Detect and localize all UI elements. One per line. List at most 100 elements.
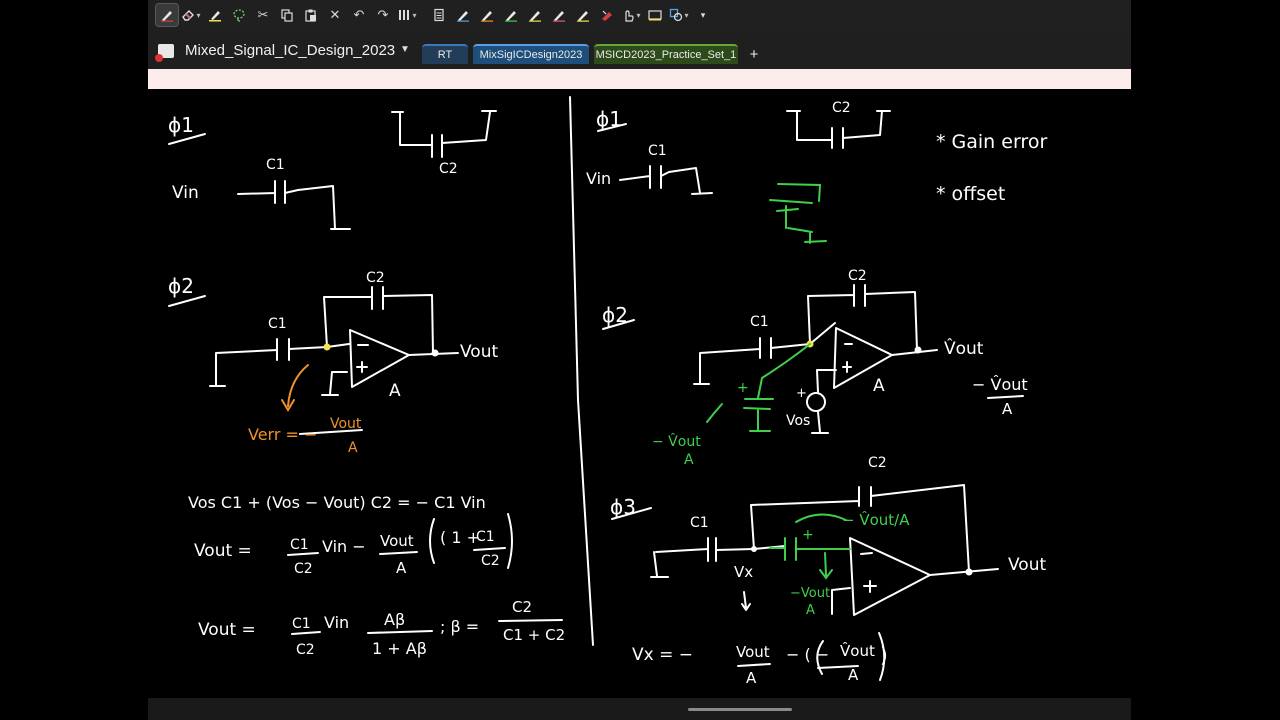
section-tab-mixsigicdesign2023[interactable]: MixSigICDesign2023 [473,44,589,64]
redo-icon[interactable]: ↷ [372,4,394,26]
verr-num: Vout [330,416,362,432]
verr-den: A [348,440,358,456]
vos-label: Vos [786,413,810,429]
left-eq2-vin: Vin − [322,537,366,556]
video-letterbox-left [0,0,148,720]
left-eq2-a: A [396,559,407,577]
vx-eq-lhs: Vx = − [632,645,693,665]
ruled-page-icon[interactable] [428,4,450,26]
page-header-bar [148,69,1131,89]
pen-red-icon[interactable] [548,4,570,26]
pen-black-icon[interactable] [452,4,474,26]
onenote-window: ▾ ✂ ✕ ↶ ↷ ▾ ▾ ▾ ▾ Mixed_Signal_IC_Design… [148,0,1131,720]
right-vout-low-label: Vout [1008,555,1046,575]
draw-toolbar: ▾ ✂ ✕ ↶ ↷ ▾ ▾ ▾ ▾ [148,0,1131,30]
right-c1-low-label: C1 [690,515,709,531]
laser-eraser-icon[interactable] [596,4,618,26]
copy-icon[interactable] [276,4,298,26]
paste-icon[interactable] [300,4,322,26]
pen-yellow-icon[interactable] [524,4,546,26]
right-phi2-label: ϕ2 [602,303,628,327]
right-phi3-opamp [849,537,931,616]
insert-space-icon[interactable] [644,4,666,26]
lasso-select-icon[interactable] [228,4,250,26]
green-err-num: − V̂out [652,433,701,450]
green-err-den: A [684,452,694,468]
left-eq2-bc1: C1 [476,529,495,545]
left-phi1-c2-circuit [391,110,497,158]
pens-gallery-icon[interactable]: ▾ [396,4,418,26]
notebook-title[interactable]: Mixed_Signal_IC_Design_2023 [185,42,395,59]
vos-plus-label: + [796,386,807,401]
left-eq2-c2: C2 [294,561,313,577]
pen-green-icon[interactable] [500,4,522,26]
section-tab-practice-set[interactable]: MSICD2023_Practice_Set_1 [594,44,738,64]
notebook-bar: Mixed_Signal_IC_Design_2023 ▼ RT MixSigI… [148,36,1131,66]
chevron-down-icon[interactable]: ▼ [400,44,410,55]
left-eq2-c1: C1 [290,537,309,553]
highlighter-icon[interactable] [204,4,226,26]
handwritten-notes: ϕ1 Vin C1 C2 ϕ2 C2 C1 Vout A Vos C1 + (V… [168,96,1047,687]
eraser-icon[interactable]: ▾ [180,4,202,26]
delete-icon[interactable]: ✕ [324,4,346,26]
pen-orange-icon[interactable] [476,4,498,26]
green-switch-sketch [769,183,827,244]
left-opamp [349,329,410,388]
pen-tool-icon[interactable] [155,3,179,27]
right-minus-vout-den: A [1002,400,1013,418]
left-phi1-label: ϕ1 [168,113,194,137]
left-eq2-bc2: C2 [481,553,500,569]
right-phi3-label: ϕ3 [610,495,636,519]
ink-canvas[interactable]: ϕ1 Vin C1 C2 ϕ2 C2 C1 Vout A Vos C1 + (V… [148,89,1131,698]
vx-eq-close: ) [880,643,888,667]
cut-icon[interactable]: ✂ [252,4,274,26]
right-vin-label: Vin [586,169,611,188]
right-gain-label: A [873,376,885,396]
pen-blue-icon[interactable] [572,4,594,26]
left-c2-mid-label: C2 [366,270,385,286]
right-c2-label: C2 [832,100,851,116]
section-tab-rt[interactable]: RT [422,44,468,64]
left-eq3-bden: C1 + C2 [503,626,565,644]
video-letterbox-right [1131,0,1280,720]
right-minus-vout-hat: − V̂out [972,375,1028,394]
left-eq3-1ab: 1 + Aβ [372,639,427,658]
bottom-bar [148,698,1131,720]
horizontal-scrollbar[interactable] [688,708,792,711]
left-phi1-circuit [237,180,351,230]
vx-eq-vout: Vout [736,643,770,661]
left-c1-mid-label: C1 [268,316,287,332]
left-vin-label: Vin [172,183,199,203]
green-feedback-label: − V̂out/A [842,510,910,529]
shapes-icon[interactable]: ▾ [668,4,690,26]
green-vout-label: −Vout [790,586,830,601]
right-c1-mid-label: C1 [750,314,769,330]
right-phi1-c2-circuit [786,110,891,149]
green-a-label: A [806,603,815,618]
vx-eq-a2: A [848,666,859,684]
left-eq2-bracket: ( 1 + [440,528,480,547]
right-phi2-input [693,337,811,385]
green-plus-label: + [802,527,814,543]
verr-label: Verr = − [248,425,317,444]
vx-label: Vx [734,563,753,581]
left-phi2-label: ϕ2 [168,274,194,298]
right-c2-mid-label: C2 [848,268,867,284]
left-eq3-ab: Aβ [384,610,405,629]
right-c2-low-label: C2 [868,455,887,471]
offset-note: * offset [936,183,1005,205]
add-section-button[interactable]: + [744,44,764,64]
gain-error-note: * Gain error [936,131,1047,153]
vx-eq-rest: − ( − [786,645,829,664]
left-eq2-vout: Vout [380,532,414,550]
left-eq3-lhs: Vout = [198,620,256,640]
right-phi1-circuit [619,165,713,195]
left-eq3-vin: Vin [324,613,349,632]
left-eq3-c2: C2 [296,642,315,658]
touch-writing-icon[interactable]: ▾ [620,4,642,26]
left-c2-label: C2 [439,161,458,177]
left-c1-label: C1 [266,157,285,173]
left-eq3-beta: ; β = [440,617,479,636]
undo-icon[interactable]: ↶ [348,4,370,26]
more-icon[interactable]: ▾ [692,4,714,26]
